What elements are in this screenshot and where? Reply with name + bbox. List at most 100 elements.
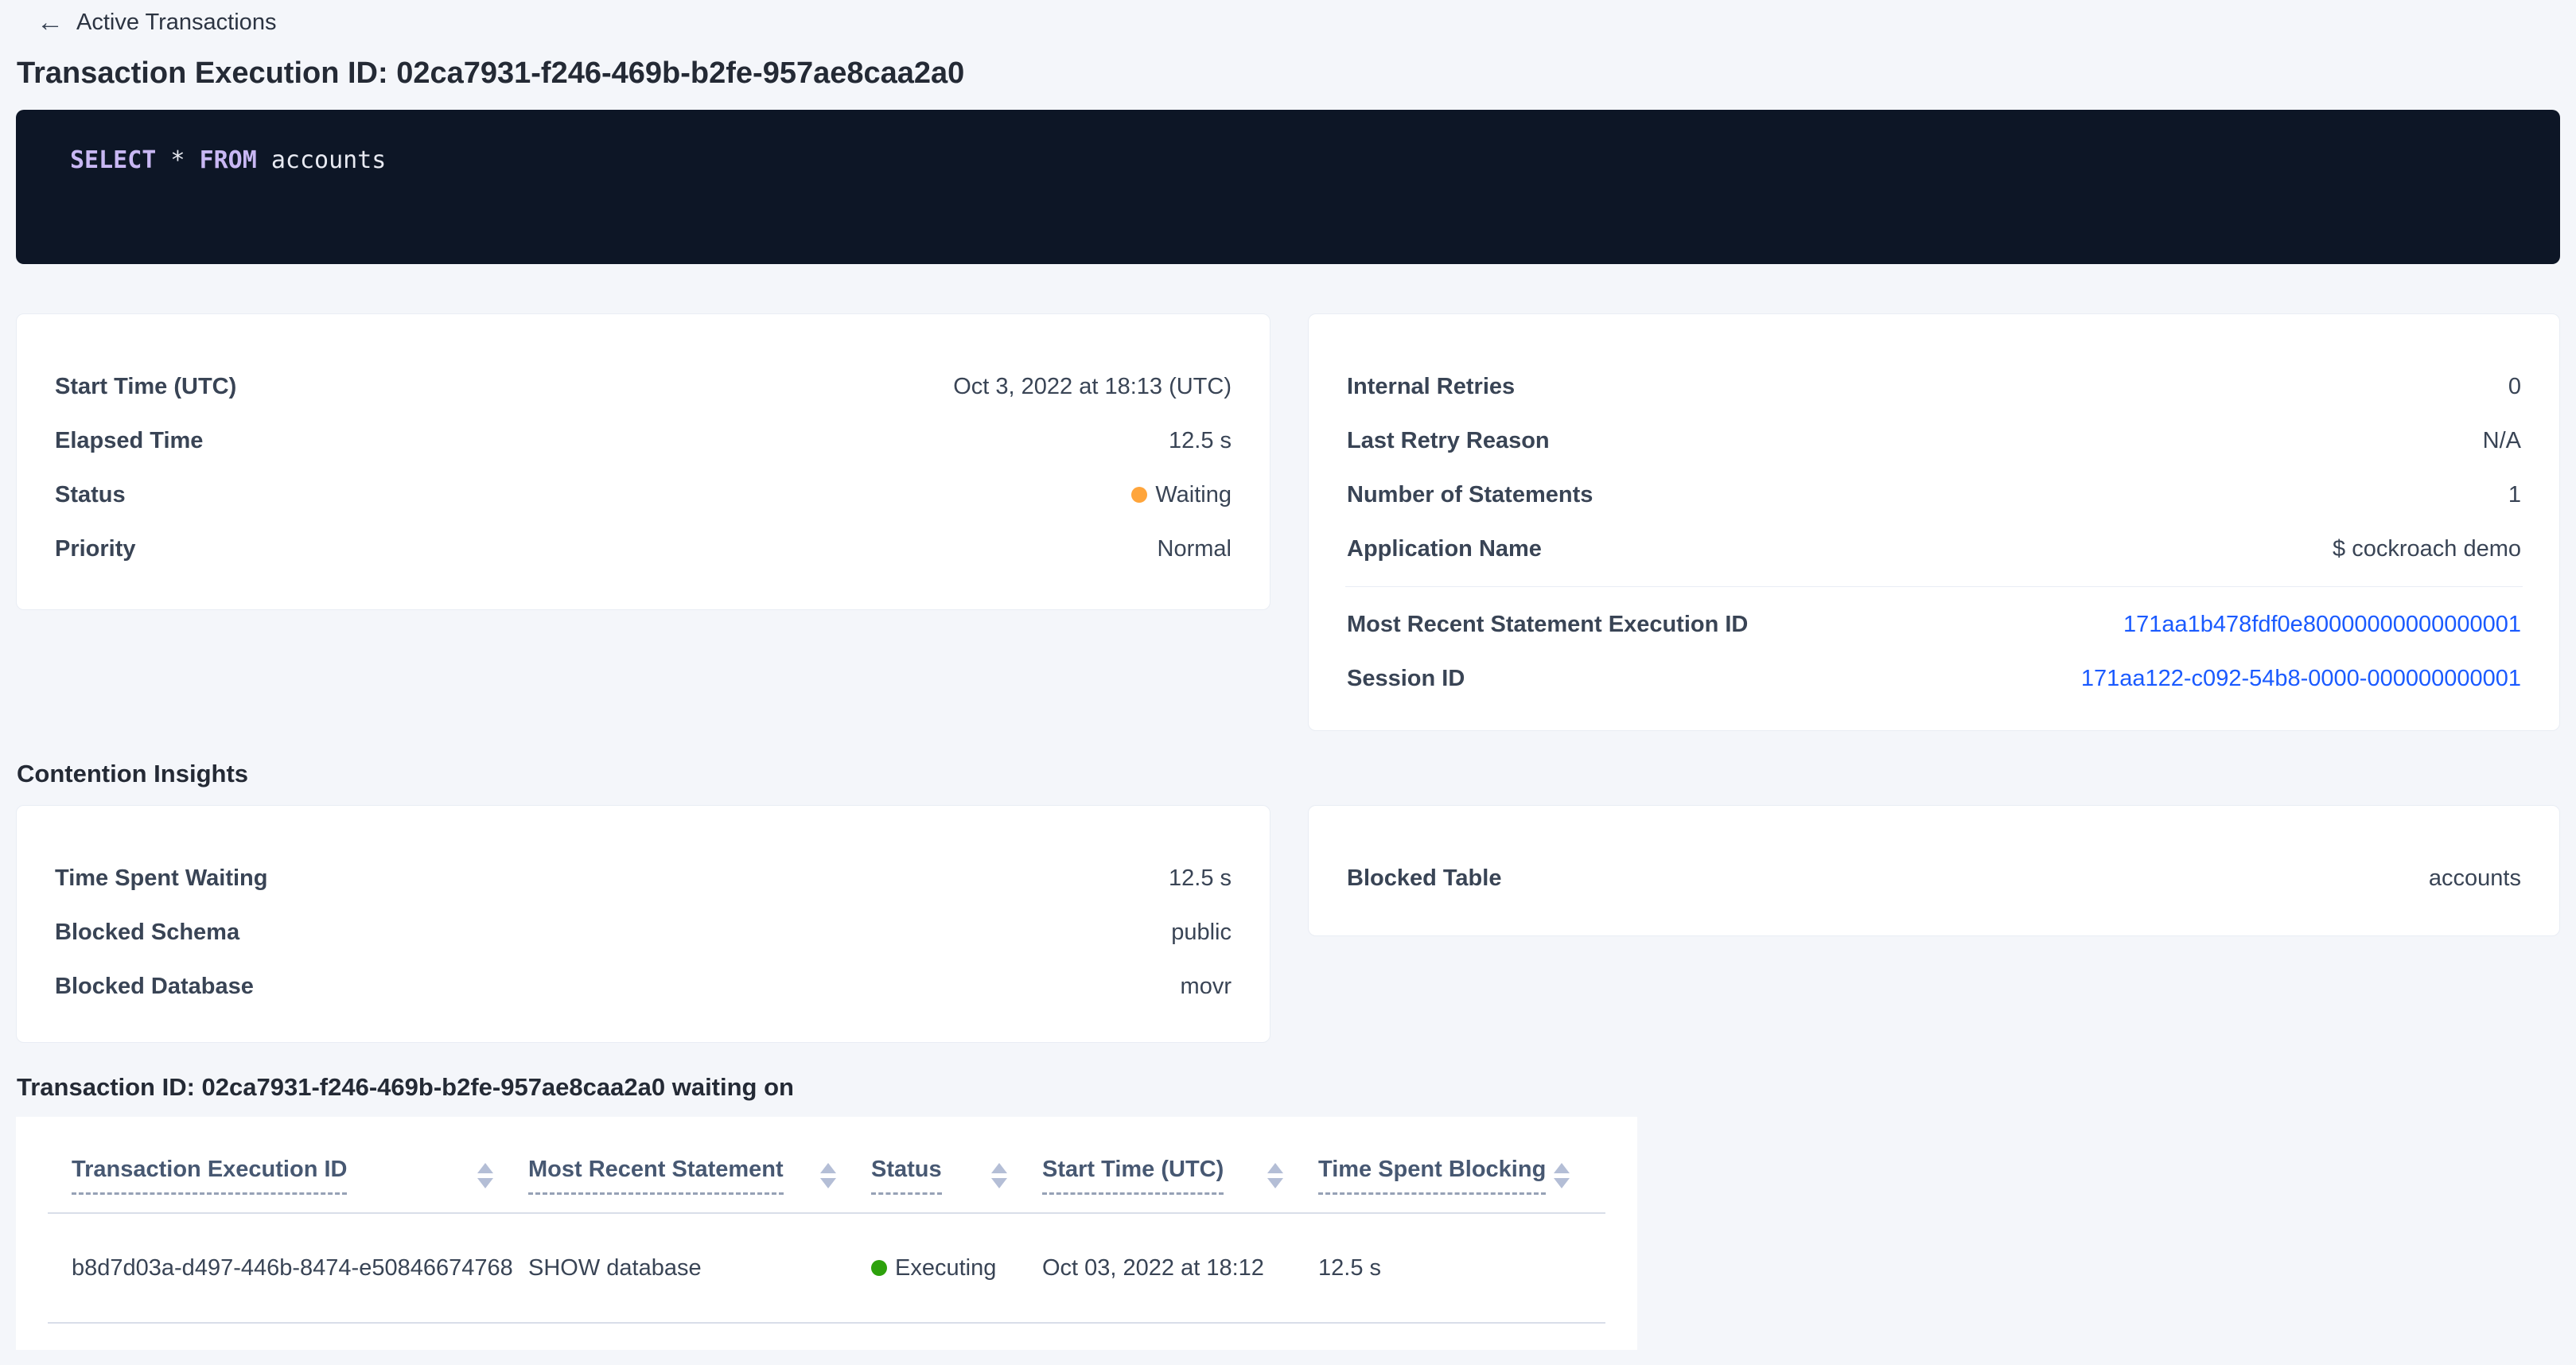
- statement-execution-id-link[interactable]: 171aa1b478fdf0e80000000000000001: [2123, 612, 2521, 638]
- sort-asc-icon: [1267, 1163, 1283, 1173]
- row-label: Blocked Table: [1347, 865, 1501, 892]
- row-label: Start Time (UTC): [55, 374, 236, 400]
- status-badge: Waiting: [1131, 482, 1232, 508]
- row-value: Normal: [1158, 536, 1232, 562]
- contention-insights-heading: Contention Insights: [17, 761, 2560, 787]
- column-header-label: Time Spent Blocking: [1318, 1157, 1546, 1195]
- back-link-label: Active Transactions: [76, 10, 276, 36]
- row-value: N/A: [2483, 428, 2521, 454]
- sort-icon: [991, 1163, 1007, 1188]
- row-start-time: Start Time (UTC) Oct 3, 2022 at 18:13 (U…: [17, 360, 1270, 414]
- row-status: Status Waiting: [17, 468, 1270, 522]
- row-session-id: Session ID 171aa122-c092-54b8-0000-00000…: [1309, 651, 2559, 706]
- waiting-on-heading: Transaction ID: 02ca7931-f246-469b-b2fe-…: [17, 1075, 2560, 1100]
- column-header-label: Most Recent Statement: [528, 1157, 784, 1195]
- sort-desc-icon: [1267, 1178, 1283, 1188]
- back-arrow-icon: ←: [37, 9, 64, 36]
- card-divider: [1345, 586, 2523, 587]
- sort-desc-icon: [477, 1178, 493, 1188]
- sort-asc-icon: [477, 1163, 493, 1173]
- row-internal-retries: Internal Retries 0: [1309, 360, 2559, 414]
- table-row: b8d7d03a-d497-446b-8474-e50846674768 SHO…: [48, 1214, 1605, 1322]
- page-title: Transaction Execution ID: 02ca7931-f246-…: [17, 57, 2560, 89]
- sql-table-name: accounts: [257, 146, 387, 174]
- column-header-time-spent-blocking[interactable]: Time Spent Blocking: [1318, 1157, 1605, 1195]
- row-label: Priority: [55, 536, 136, 562]
- status-text: Executing: [895, 1255, 996, 1281]
- contention-card-left: Time Spent Waiting 12.5 s Blocked Schema…: [16, 805, 1270, 1043]
- contention-cards: Time Spent Waiting 12.5 s Blocked Schema…: [16, 805, 2560, 1043]
- row-value: Oct 3, 2022 at 18:13 (UTC): [953, 374, 1232, 400]
- row-value: 0: [2508, 374, 2521, 400]
- row-label: Most Recent Statement Execution ID: [1347, 612, 1748, 638]
- column-header-label: Start Time (UTC): [1042, 1157, 1224, 1195]
- row-label: Status: [55, 482, 126, 508]
- sort-icon: [477, 1163, 493, 1188]
- overview-card-left: Start Time (UTC) Oct 3, 2022 at 18:13 (U…: [16, 313, 1270, 610]
- status-text: Waiting: [1155, 482, 1232, 508]
- row-value: movr: [1181, 974, 1232, 1000]
- row-application-name: Application Name $ cockroach demo: [1309, 522, 2559, 576]
- sort-icon: [1554, 1163, 1570, 1188]
- sort-desc-icon: [820, 1178, 836, 1188]
- row-blocked-schema: Blocked Schema public: [17, 905, 1270, 959]
- column-header-status[interactable]: Status: [871, 1157, 1042, 1195]
- row-blocked-table: Blocked Table accounts: [1309, 851, 2559, 905]
- sql-star: *: [156, 146, 199, 174]
- cell-transaction-execution-id: b8d7d03a-d497-446b-8474-e50846674768: [72, 1255, 528, 1281]
- status-waiting-dot-icon: [1131, 487, 1147, 503]
- status-executing-dot-icon: [871, 1260, 887, 1276]
- overview-card-right: Internal Retries 0 Last Retry Reason N/A…: [1308, 313, 2560, 731]
- column-header-start-time-utc[interactable]: Start Time (UTC): [1042, 1157, 1318, 1195]
- row-priority: Priority Normal: [17, 522, 1270, 576]
- row-label: Blocked Database: [55, 974, 254, 1000]
- cell-start-time-utc: Oct 03, 2022 at 18:12: [1042, 1255, 1318, 1281]
- back-link-active-transactions[interactable]: ← Active Transactions: [37, 6, 276, 38]
- row-value: public: [1171, 920, 1232, 946]
- row-value: $ cockroach demo: [2333, 536, 2521, 562]
- sql-keyword-select: SELECT: [70, 146, 156, 174]
- overview-cards: Start Time (UTC) Oct 3, 2022 at 18:13 (U…: [16, 313, 2560, 731]
- transaction-details-page: ← Active Transactions Transaction Execut…: [0, 6, 2576, 1350]
- waiting-on-table: Transaction Execution ID Most Recent Sta…: [16, 1117, 1637, 1350]
- sort-asc-icon: [991, 1163, 1007, 1173]
- row-last-retry-reason: Last Retry Reason N/A: [1309, 414, 2559, 468]
- sort-asc-icon: [1554, 1163, 1570, 1173]
- cell-most-recent-statement: SHOW database: [528, 1255, 871, 1281]
- column-header-most-recent-statement[interactable]: Most Recent Statement: [528, 1157, 871, 1195]
- sort-icon: [820, 1163, 836, 1188]
- row-most-recent-statement-execution-id: Most Recent Statement Execution ID 171aa…: [1309, 597, 2559, 651]
- row-number-of-statements: Number of Statements 1: [1309, 468, 2559, 522]
- sql-statement-box: SELECT * FROM accounts: [16, 110, 2560, 264]
- row-label: Number of Statements: [1347, 482, 1593, 508]
- row-label: Blocked Schema: [55, 920, 239, 946]
- sort-desc-icon: [991, 1178, 1007, 1188]
- session-id-link[interactable]: 171aa122-c092-54b8-0000-000000000001: [2081, 666, 2521, 692]
- row-label: Time Spent Waiting: [55, 865, 267, 892]
- sort-asc-icon: [820, 1163, 836, 1173]
- row-blocked-database: Blocked Database movr: [17, 959, 1270, 1013]
- column-header-label: Status: [871, 1157, 942, 1195]
- row-label: Session ID: [1347, 666, 1465, 692]
- row-time-spent-waiting: Time Spent Waiting 12.5 s: [17, 851, 1270, 905]
- column-header-transaction-execution-id[interactable]: Transaction Execution ID: [72, 1157, 528, 1195]
- table-row-divider: [48, 1322, 1605, 1324]
- row-value: 12.5 s: [1169, 428, 1232, 454]
- column-header-label: Transaction Execution ID: [72, 1157, 347, 1195]
- sql-keyword-from: FROM: [200, 146, 257, 174]
- row-label: Application Name: [1347, 536, 1542, 562]
- sort-icon: [1267, 1163, 1283, 1188]
- row-value: accounts: [2429, 865, 2521, 892]
- sql-statement-text: SELECT * FROM accounts: [70, 146, 2522, 175]
- contention-card-right: Blocked Table accounts: [1308, 805, 2560, 936]
- sort-desc-icon: [1554, 1178, 1570, 1188]
- table-header-row: Transaction Execution ID Most Recent Sta…: [48, 1117, 1605, 1195]
- row-label: Internal Retries: [1347, 374, 1515, 400]
- cell-status: Executing: [871, 1255, 1042, 1281]
- row-label: Last Retry Reason: [1347, 428, 1550, 454]
- row-elapsed-time: Elapsed Time 12.5 s: [17, 414, 1270, 468]
- row-value: 1: [2508, 482, 2521, 508]
- row-label: Elapsed Time: [55, 428, 203, 454]
- row-value: 12.5 s: [1169, 865, 1232, 892]
- cell-time-spent-blocking: 12.5 s: [1318, 1255, 1605, 1281]
